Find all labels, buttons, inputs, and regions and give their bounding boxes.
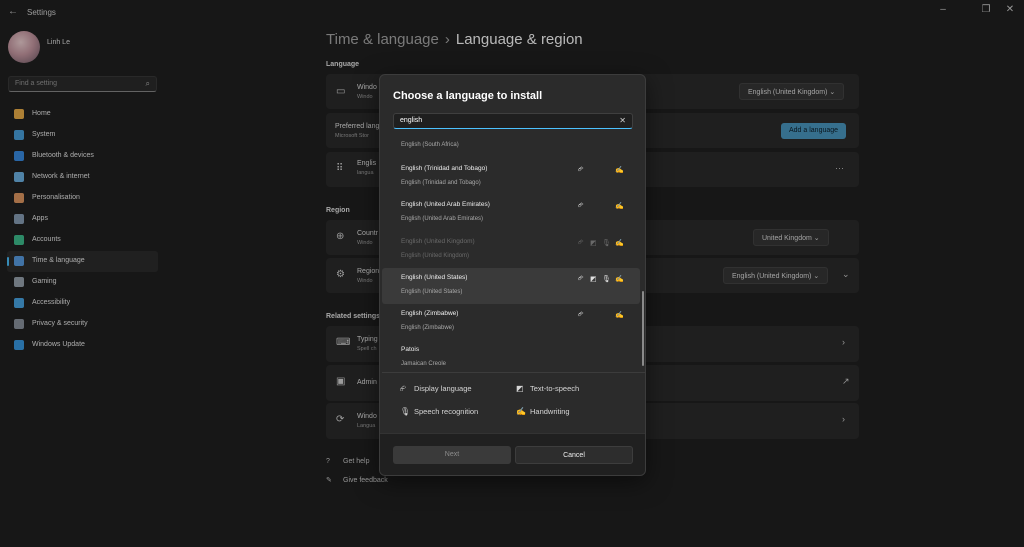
language-native-name: English (Zimbabwe) <box>401 325 455 331</box>
choose-language-dialog: Choose a language to install english ✕ E… <box>379 74 646 476</box>
display-language-icon: ⮳ <box>578 311 584 318</box>
display-language-icon: ⮳ <box>578 202 584 209</box>
list-item[interactable]: English (United States) English (United … <box>382 268 640 304</box>
legend-display-language: ⮳ Display language <box>400 384 472 394</box>
language-native-name: English (Trinidad and Tobago) <box>401 180 481 186</box>
display-language-icon: ⮳ <box>578 275 584 282</box>
language-name: English (United Arab Emirates) <box>401 201 490 208</box>
legend-label: Handwriting <box>530 407 570 416</box>
language-native-name: English (South Africa) <box>401 142 459 148</box>
legend-handwriting: ✍ Handwriting <box>516 407 570 416</box>
handwriting-icon: ✍ <box>615 312 624 319</box>
microphone-icon: 🎙 <box>602 240 611 247</box>
handwriting-icon: ✍ <box>615 240 624 247</box>
list-scrollbar[interactable] <box>642 291 644 366</box>
display-language-icon: ⮳ <box>578 239 584 246</box>
legend-label: Display language <box>414 384 472 393</box>
handwriting-icon: ✍ <box>615 167 624 174</box>
legend-speech-recognition: 🎙 Speech recognition <box>400 407 478 416</box>
handwriting-icon: ✍ <box>516 407 526 416</box>
microphone-icon: 🎙 <box>400 407 411 416</box>
microphone-icon: 🎙 <box>602 276 611 283</box>
language-name: English (United States) <box>401 274 468 281</box>
cancel-button[interactable]: Cancel <box>515 446 633 464</box>
text-to-speech-icon: ◩ <box>590 240 597 247</box>
divider <box>382 372 645 373</box>
language-name: Patois <box>401 346 420 353</box>
search-value: english <box>400 117 423 124</box>
language-native-name: English (United Arab Emirates) <box>401 216 484 222</box>
language-name: English (United Kingdom) <box>401 238 475 245</box>
next-button[interactable]: Next <box>393 446 511 464</box>
clear-icon[interactable]: ✕ <box>619 116 626 125</box>
list-item[interactable]: Patois Jamaican Creole <box>382 340 640 371</box>
text-to-speech-icon: ◩ <box>516 384 524 393</box>
language-list: English (South Africa) English (Trinidad… <box>382 135 645 371</box>
language-name: English (Zimbabwe) <box>401 310 459 317</box>
list-item[interactable]: English (United Arab Emirates) English (… <box>382 195 640 231</box>
list-item[interactable]: English (Trinidad and Tobago) English (T… <box>382 159 640 195</box>
text-to-speech-icon: ◩ <box>590 276 597 283</box>
legend-text-to-speech: ◩ Text-to-speech <box>516 384 579 393</box>
dialog-footer: Next Cancel <box>380 433 645 475</box>
language-native-name: English (United States) <box>401 289 463 295</box>
display-language-icon: ⮳ <box>578 166 584 173</box>
handwriting-icon: ✍ <box>615 203 624 210</box>
list-item[interactable]: English (Zimbabwe) English (Zimbabwe) ⮳ … <box>382 304 640 340</box>
language-native-name: Jamaican Creole <box>401 361 447 367</box>
list-item[interactable]: English (South Africa) <box>382 135 640 157</box>
handwriting-icon: ✍ <box>615 276 624 283</box>
language-native-name: English (United Kingdom) <box>401 253 470 259</box>
list-item: English (United Kingdom) English (United… <box>382 232 640 268</box>
display-language-icon: ⮳ <box>400 384 407 393</box>
legend-label: Text-to-speech <box>530 384 580 393</box>
language-search-input[interactable]: english ✕ <box>393 113 633 129</box>
dialog-title: Choose a language to install <box>393 90 543 102</box>
legend-label: Speech recognition <box>414 407 479 416</box>
language-name: English (Trinidad and Tobago) <box>401 165 488 172</box>
